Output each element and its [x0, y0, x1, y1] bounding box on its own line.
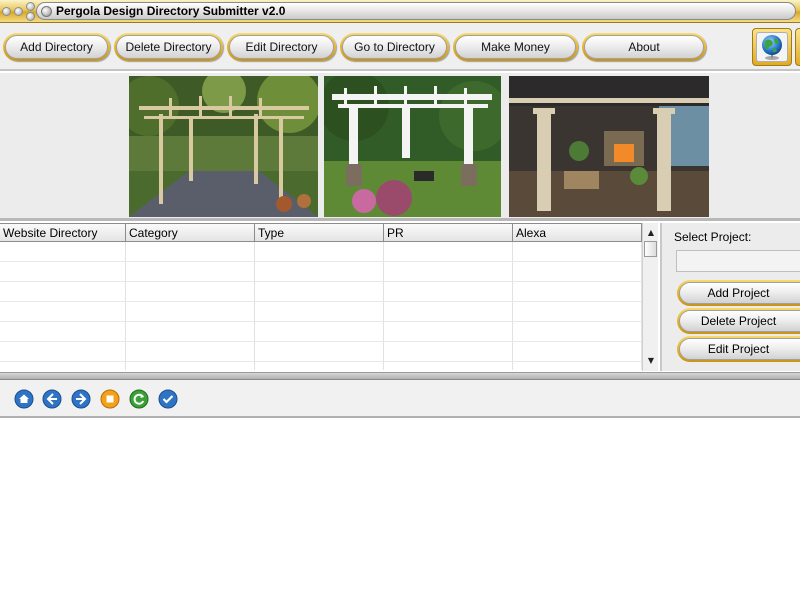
- browser-navbar: [0, 380, 800, 418]
- table-row[interactable]: [0, 322, 642, 342]
- main-toolbar: Add Directory Delete Directory Edit Dire…: [0, 23, 800, 71]
- extra-toolbar-button[interactable]: [795, 28, 800, 66]
- column-header-type[interactable]: Type: [255, 223, 384, 242]
- window-control-dots: [2, 2, 38, 22]
- table-row[interactable]: [0, 282, 642, 302]
- about-label: About: [584, 35, 704, 59]
- column-header-pr[interactable]: PR: [384, 223, 513, 242]
- table-row[interactable]: [0, 362, 642, 370]
- pergola-photo-1: [129, 76, 318, 217]
- splitter[interactable]: [0, 372, 800, 380]
- project-select[interactable]: [676, 250, 800, 272]
- grid-header: Website Directory Category Type PR Alexa: [0, 223, 642, 242]
- globe-icon: [756, 32, 788, 62]
- scroll-down-icon[interactable]: ▼: [645, 353, 657, 367]
- go-to-directory-label: Go to Directory: [342, 35, 447, 59]
- select-project-label: Select Project:: [674, 230, 752, 244]
- browser-content-area[interactable]: [0, 420, 800, 600]
- refresh-icon[interactable]: [129, 389, 149, 409]
- grid-body[interactable]: [0, 242, 642, 370]
- scroll-thumb[interactable]: [644, 241, 657, 257]
- edit-directory-button[interactable]: Edit Directory: [227, 33, 336, 61]
- edit-project-button[interactable]: Edit Project: [677, 336, 800, 362]
- globe-button[interactable]: [752, 28, 792, 66]
- about-button[interactable]: About: [582, 33, 706, 61]
- window-title: Pergola Design Directory Submitter v2.0: [56, 4, 286, 18]
- window-dot-icon[interactable]: [26, 2, 35, 11]
- column-header-category[interactable]: Category: [126, 223, 255, 242]
- table-row[interactable]: [0, 302, 642, 322]
- add-project-label: Add Project: [679, 282, 800, 304]
- title-knob-icon: [41, 6, 52, 17]
- title-bar[interactable]: Pergola Design Directory Submitter v2.0: [0, 0, 800, 23]
- home-icon[interactable]: [14, 389, 34, 409]
- pergola-photo-3: [509, 76, 709, 217]
- add-project-button[interactable]: Add Project: [677, 280, 800, 306]
- check-icon[interactable]: [158, 389, 178, 409]
- back-icon[interactable]: [42, 389, 62, 409]
- table-row[interactable]: [0, 242, 642, 262]
- project-panel: Select Project: Add Project Delete Proje…: [660, 223, 800, 371]
- edit-project-label: Edit Project: [679, 338, 800, 360]
- directory-grid[interactable]: Website Directory Category Type PR Alexa…: [0, 223, 658, 371]
- delete-directory-label: Delete Directory: [116, 35, 221, 59]
- app-window: Pergola Design Directory Submitter v2.0 …: [0, 0, 800, 600]
- make-money-label: Make Money: [455, 35, 576, 59]
- delete-project-label: Delete Project: [679, 310, 800, 332]
- delete-project-button[interactable]: Delete Project: [677, 308, 800, 334]
- table-row[interactable]: [0, 342, 642, 362]
- add-directory-label: Add Directory: [5, 35, 108, 59]
- forward-icon[interactable]: [71, 389, 91, 409]
- column-header-alexa[interactable]: Alexa: [513, 223, 642, 242]
- scroll-up-icon[interactable]: ▲: [645, 225, 657, 239]
- table-row[interactable]: [0, 262, 642, 282]
- make-money-button[interactable]: Make Money: [453, 33, 578, 61]
- window-dot-icon[interactable]: [26, 12, 35, 21]
- pergola-photo-2: [324, 76, 501, 217]
- grid-scrollbar[interactable]: ▲ ▼: [642, 223, 658, 371]
- window-dot-icon[interactable]: [2, 7, 11, 16]
- column-header-website-directory[interactable]: Website Directory: [0, 223, 126, 242]
- add-directory-button[interactable]: Add Directory: [3, 33, 110, 61]
- window-dot-icon[interactable]: [14, 7, 23, 16]
- title-pill: Pergola Design Directory Submitter v2.0: [36, 2, 796, 20]
- delete-directory-button[interactable]: Delete Directory: [114, 33, 223, 61]
- edit-directory-label: Edit Directory: [229, 35, 334, 59]
- banner-images: [0, 73, 800, 221]
- stop-icon[interactable]: [100, 389, 120, 409]
- go-to-directory-button[interactable]: Go to Directory: [340, 33, 449, 61]
